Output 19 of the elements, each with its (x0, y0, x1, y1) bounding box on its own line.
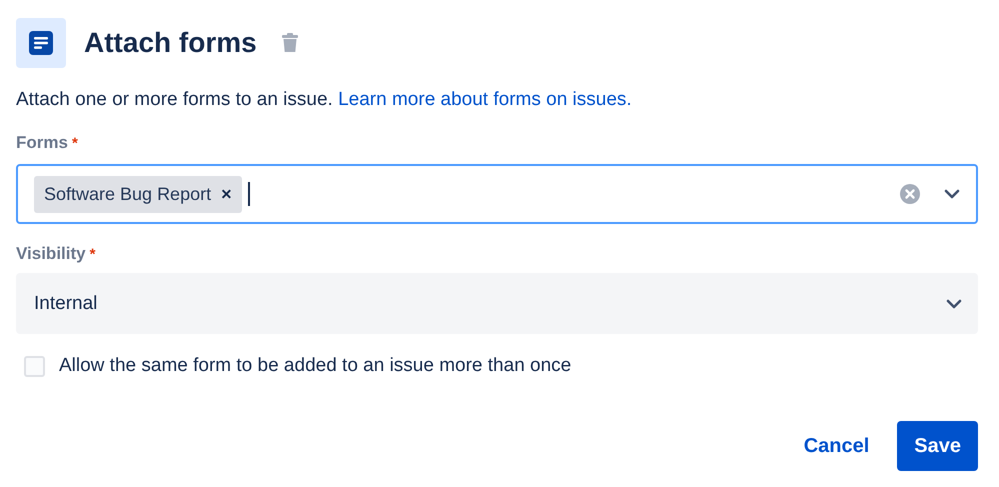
dialog-title: Attach forms (84, 27, 257, 59)
checkbox-label: Allow the same form to be added to an issue more than once (59, 355, 572, 377)
required-mark: * (72, 134, 78, 152)
clear-icon[interactable] (900, 184, 920, 204)
description-text: Attach one or more forms to an issue. Learn more about forms on issues. (16, 88, 633, 112)
save-button[interactable]: Save (897, 421, 978, 471)
text-cursor-icon (248, 182, 250, 206)
visibility-select[interactable]: Internal (16, 273, 978, 334)
trash-icon[interactable] (280, 33, 299, 53)
form-icon (16, 18, 66, 68)
required-mark: * (90, 246, 96, 262)
form-tag: Software Bug Report × (34, 176, 242, 212)
forms-multi-select[interactable]: Software Bug Report × (16, 164, 978, 224)
checkbox[interactable] (24, 356, 45, 376)
field-label: Forms (16, 133, 68, 153)
field-label: Visibility (16, 244, 86, 264)
remove-tag-button[interactable]: × (221, 184, 232, 204)
learn-more-link[interactable]: Learn more about forms on issues. (338, 89, 632, 110)
cancel-button[interactable]: Cancel (792, 421, 882, 471)
